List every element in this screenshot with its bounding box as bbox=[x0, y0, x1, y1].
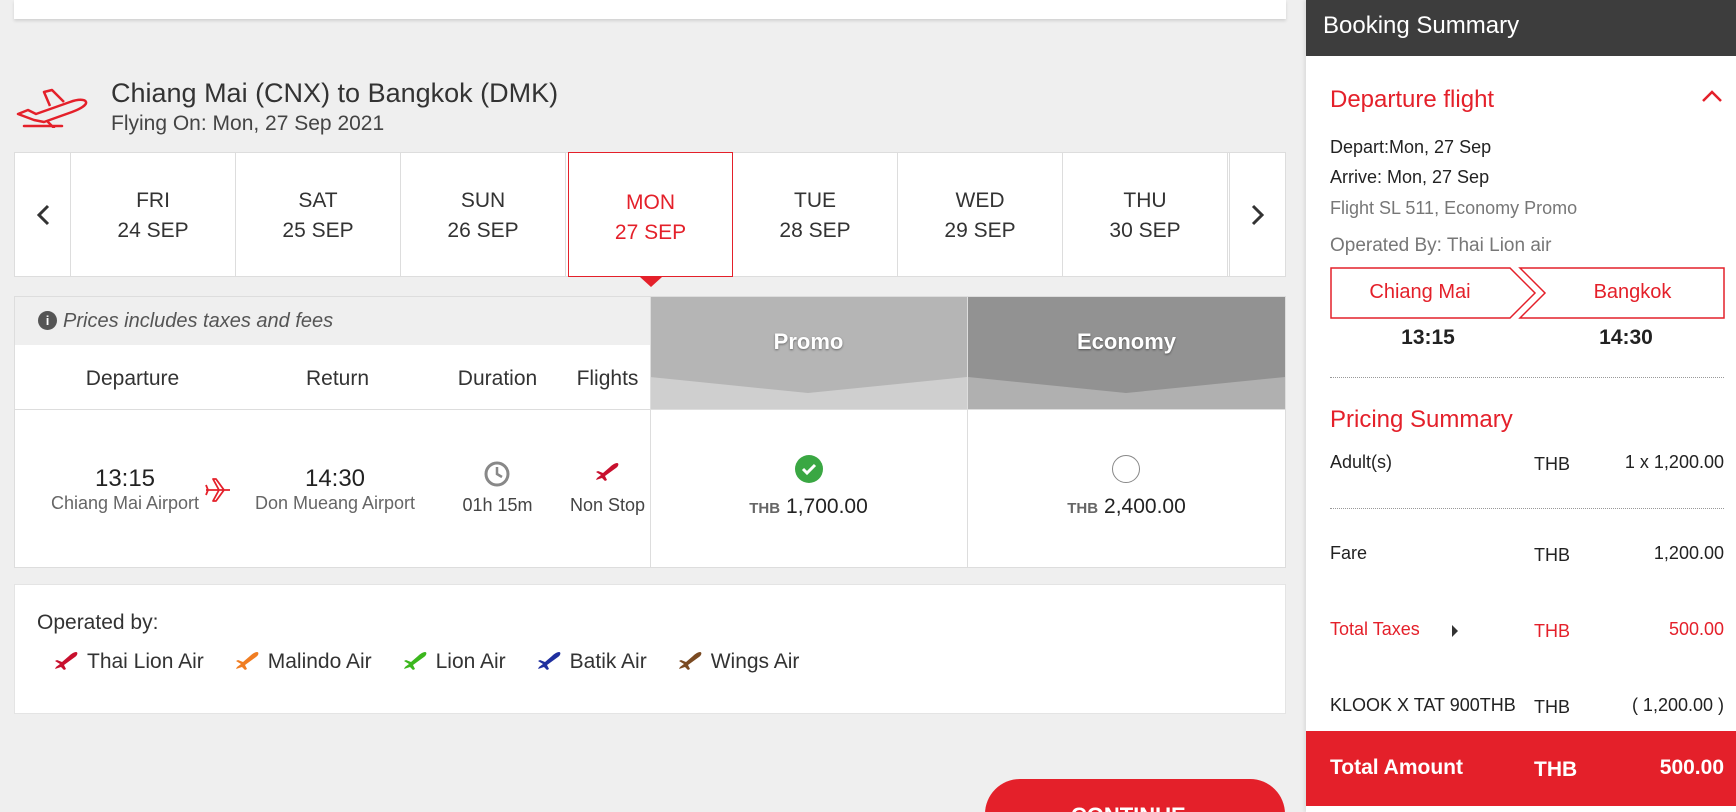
pricing-summary-title: Pricing Summary bbox=[1330, 406, 1513, 433]
date-tab-sun[interactable]: SUN 26 SEP bbox=[401, 153, 566, 276]
header-flights: Flights bbox=[576, 367, 639, 390]
arrive-airport: Don Mueang Airport bbox=[254, 493, 416, 513]
header-wave-shape bbox=[650, 377, 967, 409]
price-row-adults: Adult(s) THB 1 x 1,200.00 bbox=[1330, 452, 1724, 474]
booking-summary-panel: Booking Summary Departure flight Depart:… bbox=[1306, 0, 1736, 812]
economy-fare-radio[interactable] bbox=[1112, 455, 1140, 483]
economy-price: THB 2,400.00 bbox=[1067, 495, 1186, 518]
column-divider bbox=[650, 297, 651, 567]
flight-duration: 01h 15m bbox=[462, 495, 533, 515]
summary-to-city: Bangkok bbox=[1593, 281, 1672, 303]
booking-summary-header: Booking Summary bbox=[1306, 0, 1736, 56]
depart-airport: Chiang Mai Airport bbox=[50, 493, 200, 513]
date-tab-mon-selected[interactable]: MON 27 SEP bbox=[568, 152, 733, 287]
date-selector: FRI 24 SEP SAT 25 SEP SUN 26 SEP MON 27 SEP … bbox=[14, 152, 1286, 287]
flight-plane-icon bbox=[205, 478, 230, 502]
header-wave-shape bbox=[968, 377, 1285, 409]
airline-plane-icon bbox=[596, 463, 619, 481]
date-tab-thu[interactable]: THU 30 SEP bbox=[1063, 153, 1228, 276]
operated-by-title: Operated by: bbox=[37, 611, 159, 634]
summary-operated-by: Operated By: Thai Lion air bbox=[1330, 235, 1552, 256]
summary-arrive: Arrive: Mon, 27 Sep bbox=[1330, 167, 1490, 187]
fare-header-economy: Economy bbox=[968, 297, 1285, 409]
airline-lion-air: Lion Air bbox=[402, 649, 506, 675]
flying-on-date: Flying On: Mon, 27 Sep 2021 bbox=[111, 112, 385, 135]
summary-to-time: 14:30 bbox=[1599, 326, 1653, 349]
airline-legend: Thai Lion Air Malindo Air Lion Air Batik… bbox=[53, 649, 829, 675]
tax-note: i Prices includes taxes and fees bbox=[15, 297, 650, 345]
summary-from-city: Chiang Mai bbox=[1369, 281, 1471, 303]
route-title: Chiang Mai (CNX) to Bangkok (DMK) bbox=[111, 78, 559, 108]
header-duration: Duration bbox=[457, 367, 538, 390]
price-row-discount: KLOOK X TAT 900THB THB ( 1,200.00 ) bbox=[1330, 695, 1724, 717]
continue-button[interactable]: CONTINUE › bbox=[985, 779, 1285, 812]
departure-flight-title: Departure flight bbox=[1330, 86, 1495, 113]
arrive-time: 14:30 bbox=[304, 465, 366, 492]
caret-right-icon bbox=[1452, 625, 1458, 637]
header-return: Return bbox=[305, 367, 370, 390]
depart-time: 13:15 bbox=[94, 465, 156, 492]
price-row-fare: Fare THB 1,200.00 bbox=[1330, 543, 1724, 565]
plane-icon bbox=[537, 652, 561, 670]
plane-icon bbox=[235, 652, 259, 670]
flight-stops: Non Stop bbox=[569, 495, 646, 515]
airline-batik-air: Batik Air bbox=[536, 649, 647, 675]
next-dates-button[interactable] bbox=[1229, 153, 1285, 276]
route-arrow-box: Chiang Mai Bangkok bbox=[1330, 267, 1725, 319]
operated-by-card: Operated by: Thai Lion Air Malindo Air L… bbox=[14, 584, 1286, 714]
airline-wings-air: Wings Air bbox=[677, 649, 799, 675]
date-tab-tue[interactable]: TUE 28 SEP bbox=[733, 153, 898, 276]
airline-malindo-air: Malindo Air bbox=[234, 649, 372, 675]
airline-thai-lion-air: Thai Lion Air bbox=[53, 649, 204, 675]
total-amount-bar: Total Amount THB 500.00 bbox=[1306, 731, 1736, 806]
column-divider bbox=[967, 297, 968, 567]
promo-price: THB 1,700.00 bbox=[749, 495, 868, 518]
fare-header-promo: Promo bbox=[650, 297, 967, 409]
price-row-taxes[interactable]: Total Taxes THB 500.00 bbox=[1330, 619, 1724, 643]
summary-flight: Flight SL 511, Economy Promo bbox=[1330, 198, 1578, 218]
summary-divider bbox=[1330, 508, 1724, 509]
check-icon bbox=[801, 463, 817, 476]
plane-icon bbox=[678, 652, 702, 670]
chevron-right-icon bbox=[1251, 204, 1264, 225]
flight-results-table: i Prices includes taxes and fees Departu… bbox=[14, 296, 1286, 568]
plane-icon bbox=[403, 652, 427, 670]
prev-dates-button[interactable] bbox=[15, 153, 71, 276]
chevron-left-icon bbox=[36, 204, 49, 225]
summary-divider bbox=[1330, 377, 1724, 378]
departure-plane-icon bbox=[16, 88, 88, 128]
summary-from-time: 13:15 bbox=[1401, 326, 1455, 349]
route-heading: Chiang Mai (CNX) to Bangkok (DMK) Flying… bbox=[14, 78, 914, 138]
promo-fare-radio-selected[interactable] bbox=[795, 455, 823, 483]
info-icon: i bbox=[38, 311, 57, 330]
date-tab-sat[interactable]: SAT 25 SEP bbox=[236, 153, 401, 276]
date-tab-wed[interactable]: WED 29 SEP bbox=[898, 153, 1063, 276]
previous-section-card bbox=[14, 0, 1286, 19]
summary-depart: Depart:Mon, 27 Sep bbox=[1330, 137, 1492, 157]
arrow-right-icon: › bbox=[1192, 803, 1199, 812]
plane-icon bbox=[55, 652, 78, 670]
chevron-up-icon[interactable] bbox=[1700, 88, 1724, 104]
clock-icon bbox=[484, 461, 510, 487]
header-departure: Departure bbox=[85, 367, 180, 390]
date-tab-fri[interactable]: FRI 24 SEP bbox=[71, 153, 236, 276]
